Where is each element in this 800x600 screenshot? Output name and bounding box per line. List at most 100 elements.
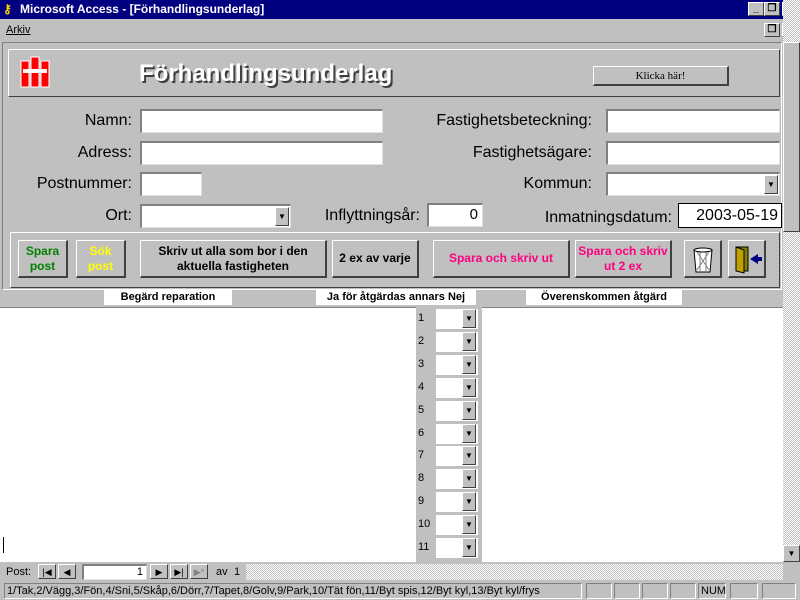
- ja-nej-combobox[interactable]: ▼: [436, 446, 478, 467]
- ort-combobox[interactable]: ▼: [140, 204, 291, 228]
- scrollbar-thumb[interactable]: [783, 42, 800, 232]
- status-pane-3: [642, 583, 668, 599]
- menu-arkiv[interactable]: Arkiv: [6, 19, 30, 41]
- column-header-begard: Begärd reparation: [104, 290, 232, 305]
- ja-nej-combobox[interactable]: ▼: [436, 331, 478, 352]
- fastighetsagare-input[interactable]: [606, 141, 780, 165]
- ja-nej-dropdown-button[interactable]: ▼: [462, 469, 476, 489]
- column-header-overens: Överenskommen åtgärd: [526, 290, 682, 305]
- ja-nej-combobox[interactable]: ▼: [436, 309, 478, 329]
- record-of-label: av: [216, 566, 228, 578]
- record-total: 1: [234, 566, 241, 578]
- ja-nej-dropdown-button[interactable]: ▼: [462, 538, 476, 557]
- kommun-combobox[interactable]: ▼: [606, 172, 780, 196]
- row-number: 7: [418, 449, 425, 462]
- row-number: 6: [418, 426, 425, 439]
- row-number: 8: [418, 472, 425, 485]
- ja-nej-dropdown-button[interactable]: ▼: [462, 354, 476, 374]
- title-bar[interactable]: ⚷ Microsoft Access - [Förhandlingsunderl…: [0, 0, 800, 19]
- window-title: Microsoft Access - [Förhandlingsunderlag…: [20, 2, 265, 16]
- vertical-scrollbar[interactable]: ▼: [783, 0, 800, 562]
- fastighetsagare-label: Fastighetsägare:: [472, 144, 592, 161]
- row-number: 10: [418, 518, 431, 531]
- key-icon[interactable]: ⚷: [3, 2, 17, 16]
- ja-nej-dropdown-button[interactable]: ▼: [462, 423, 476, 443]
- status-pane-7: [762, 583, 796, 599]
- first-record-button[interactable]: |◀: [38, 564, 56, 579]
- last-record-button[interactable]: ▶|: [170, 564, 188, 579]
- ort-dropdown-button[interactable]: ▼: [275, 207, 289, 226]
- ja-nej-combobox[interactable]: ▼: [436, 515, 478, 536]
- logo-icon: [20, 56, 50, 88]
- namn-input[interactable]: [140, 109, 383, 133]
- ja-nej-combobox[interactable]: ▼: [436, 354, 478, 375]
- ja-nej-dropdown-button[interactable]: ▼: [462, 515, 476, 535]
- kommun-label: Kommun:: [523, 175, 592, 192]
- horizontal-scrollbar[interactable]: [246, 564, 783, 580]
- inflyttningsar-label: Inflyttningsår:: [324, 207, 420, 224]
- overenskommen-atgard-textarea[interactable]: [482, 307, 783, 562]
- form-title: Förhandlingsunderlag: [139, 60, 393, 87]
- fastighetsbeteckning-label: Fastighetsbeteckning:: [436, 112, 592, 129]
- postnummer-label: Postnummer:: [36, 175, 132, 192]
- skriv-ut-alla-button[interactable]: Skriv ut alla som bor i den aktuella fas…: [140, 240, 327, 278]
- ja-nej-dropdown-button[interactable]: ▼: [462, 400, 476, 420]
- ja-nej-rows: 1 ▼ 2 ▼ 3 ▼ 4 ▼ 5 ▼ 6 ▼ 7 ▼ 8 ▼ 9 ▼ 10 ▼ 11 ▼: [416, 307, 482, 562]
- row-number: 3: [418, 357, 425, 370]
- row-number: 11: [418, 541, 430, 553]
- status-bar: 1/Tak,2/Vägg,3/Fön,4/Sni,5/Skåp,6/Dörr,7…: [0, 582, 800, 600]
- ja-nej-combobox[interactable]: ▼: [436, 469, 478, 490]
- row-number: 9: [418, 495, 425, 508]
- row-number: 4: [418, 380, 425, 393]
- detail-section: 1 ▼ 2 ▼ 3 ▼ 4 ▼ 5 ▼ 6 ▼ 7 ▼ 8 ▼ 9 ▼ 10 ▼ 11 ▼: [0, 307, 783, 562]
- ja-nej-dropdown-button[interactable]: ▼: [462, 331, 476, 351]
- menu-bar: Arkiv ❐ ✕: [0, 19, 800, 41]
- kommun-dropdown-button[interactable]: ▼: [764, 175, 778, 194]
- sok-post-button[interactable]: Sök post: [76, 240, 126, 278]
- minimize-button[interactable]: _: [748, 2, 764, 16]
- new-record-button[interactable]: ▶*: [190, 564, 208, 579]
- ort-label: Ort:: [105, 207, 132, 224]
- ja-nej-combobox[interactable]: ▼: [436, 423, 478, 444]
- postnummer-input[interactable]: [140, 172, 202, 196]
- doc-restore-button[interactable]: ❐: [764, 23, 780, 37]
- inmatningsdatum-input[interactable]: 2003-05-19: [678, 203, 782, 228]
- begard-reparation-textarea[interactable]: [0, 307, 416, 562]
- column-header-ja-nej: Ja för åtgärdas annars Nej: [316, 290, 476, 305]
- current-record-input[interactable]: 1: [82, 564, 147, 580]
- ja-nej-dropdown-button[interactable]: ▼: [462, 492, 476, 512]
- ja-nej-dropdown-button[interactable]: ▼: [462, 309, 476, 328]
- ja-nej-dropdown-button[interactable]: ▼: [462, 446, 476, 466]
- ja-nej-combobox[interactable]: ▼: [436, 377, 478, 398]
- inmatningsdatum-label: Inmatningsdatum:: [544, 209, 672, 226]
- wastebasket-icon: [693, 247, 713, 273]
- row-number: 5: [418, 403, 425, 416]
- previous-record-button[interactable]: ◀: [58, 564, 76, 579]
- fastighetsbeteckning-input[interactable]: [606, 109, 780, 133]
- nav-label: Post:: [6, 566, 32, 578]
- ja-nej-combobox[interactable]: ▼: [436, 538, 478, 558]
- namn-label: Namn:: [84, 112, 132, 129]
- scroll-down-button[interactable]: ▼: [783, 545, 800, 562]
- exit-door-icon: [735, 246, 762, 274]
- click-here-button[interactable]: Klicka här!: [593, 66, 729, 86]
- status-num: NUM: [698, 583, 726, 599]
- exit-button[interactable]: [728, 240, 766, 278]
- spara-och-skriv-ut-button[interactable]: Spara och skriv ut: [433, 240, 570, 278]
- ja-nej-combobox[interactable]: ▼: [436, 400, 478, 421]
- ja-nej-combobox[interactable]: ▼: [436, 492, 478, 513]
- inflyttningsar-input[interactable]: 0: [427, 203, 483, 227]
- spara-post-button[interactable]: Spara post: [18, 240, 68, 278]
- adress-input[interactable]: [140, 141, 383, 165]
- delete-button[interactable]: [684, 240, 722, 278]
- status-pane-4: [670, 583, 696, 599]
- spara-och-skriv-ut-2-ex-button[interactable]: Spara och skriv ut 2 ex: [575, 240, 672, 278]
- status-pane-1: [586, 583, 612, 599]
- status-pane-6: [730, 583, 758, 599]
- ja-nej-dropdown-button[interactable]: ▼: [462, 377, 476, 397]
- row-number: 1: [418, 312, 425, 324]
- restore-button[interactable]: ❐: [764, 2, 780, 16]
- tva-ex-button[interactable]: 2 ex av varje: [332, 240, 419, 278]
- next-record-button[interactable]: ▶: [150, 564, 168, 579]
- adress-label: Adress:: [77, 144, 132, 161]
